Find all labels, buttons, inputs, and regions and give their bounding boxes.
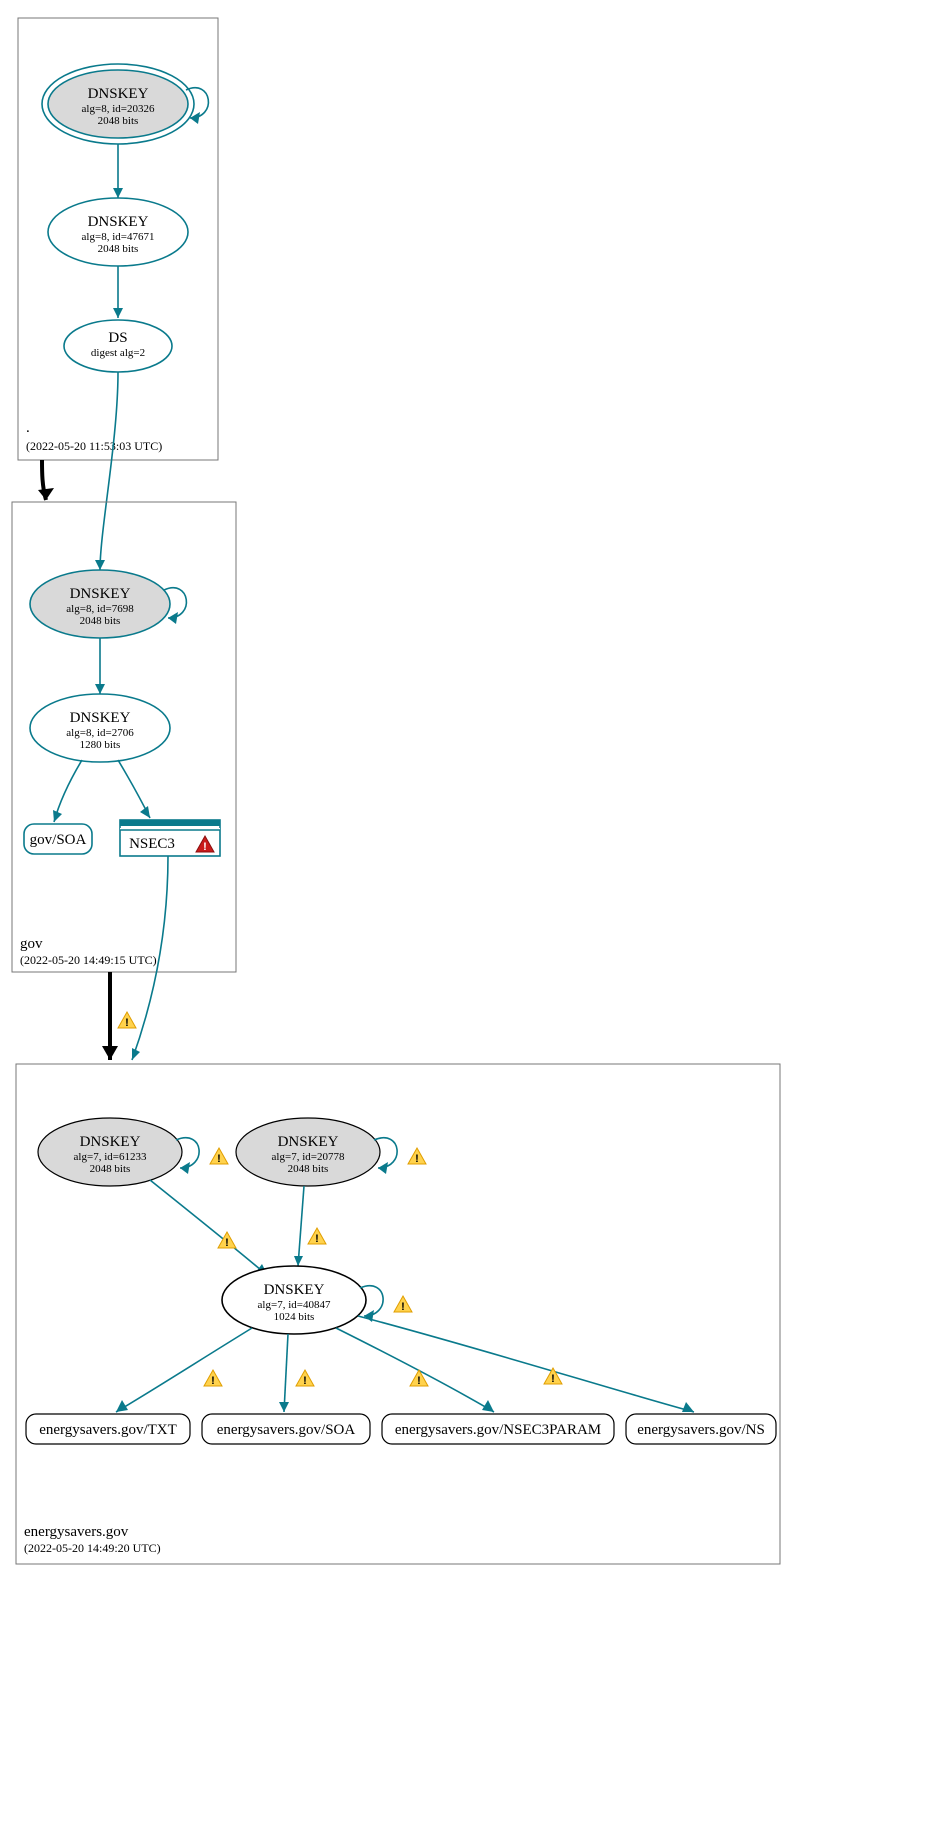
svg-text:!: !: [315, 1233, 319, 1245]
warning-icon: !: [394, 1296, 412, 1313]
svg-text:!: !: [551, 1373, 555, 1385]
warning-icon: !: [408, 1148, 426, 1165]
warning-icon: !: [118, 1012, 136, 1029]
node-es-ksk1: DNSKEY alg=7, id=61233 2048 bits: [38, 1118, 182, 1186]
node-root-ds: DS digest alg=2: [64, 320, 172, 372]
svg-text:energysavers.gov/NS: energysavers.gov/NS: [637, 1422, 765, 1438]
svg-text:alg=7, id=20778: alg=7, id=20778: [272, 1151, 345, 1163]
svg-text:!: !: [203, 841, 207, 853]
edge-es-ksk1-zsk: [150, 1180, 268, 1276]
svg-text:2048 bits: 2048 bits: [98, 115, 139, 127]
node-gov-zsk: DNSKEY alg=8, id=2706 1280 bits: [30, 694, 170, 762]
zone-root-label: .: [26, 420, 30, 436]
svg-text:alg=8, id=2706: alg=8, id=2706: [66, 727, 134, 739]
svg-text:energysavers.gov/SOA: energysavers.gov/SOA: [217, 1422, 356, 1438]
svg-text:alg=8, id=7698: alg=8, id=7698: [66, 603, 134, 615]
svg-text:NSEC3: NSEC3: [129, 836, 175, 852]
svg-text:!: !: [303, 1375, 307, 1387]
svg-text:gov/SOA: gov/SOA: [30, 832, 87, 848]
zone-es-ts: (2022-05-20 14:49:20 UTC): [24, 1541, 161, 1555]
svg-text:!: !: [217, 1153, 221, 1165]
svg-text:alg=8, id=20326: alg=8, id=20326: [82, 103, 155, 115]
warning-icon: !: [544, 1368, 562, 1385]
edge-ds-to-gov-ksk: [100, 372, 118, 570]
svg-text:DS: DS: [108, 330, 127, 346]
svg-text:!: !: [415, 1153, 419, 1165]
dnssec-graph: . (2022-05-20 11:53:03 UTC) DNSKEY alg=8…: [0, 0, 943, 1833]
node-root-ksk: DNSKEY alg=8, id=20326 2048 bits: [42, 64, 194, 144]
svg-text:energysavers.gov/NSEC3PARAM: energysavers.gov/NSEC3PARAM: [395, 1422, 601, 1438]
svg-text:!: !: [417, 1375, 421, 1387]
svg-text:!: !: [401, 1301, 405, 1313]
svg-text:2048 bits: 2048 bits: [80, 615, 121, 627]
zone-es-label: energysavers.gov: [24, 1524, 129, 1540]
svg-text:2048 bits: 2048 bits: [98, 243, 139, 255]
svg-text:DNSKEY: DNSKEY: [264, 1282, 325, 1298]
svg-text:2048 bits: 2048 bits: [288, 1163, 329, 1175]
svg-text:DNSKEY: DNSKEY: [278, 1134, 339, 1150]
svg-text:DNSKEY: DNSKEY: [88, 86, 149, 102]
svg-text:DNSKEY: DNSKEY: [88, 214, 149, 230]
svg-text:!: !: [211, 1375, 215, 1387]
zone-root-ts: (2022-05-20 11:53:03 UTC): [26, 439, 162, 453]
svg-text:DNSKEY: DNSKEY: [70, 586, 131, 602]
svg-text:alg=8, id=47671: alg=8, id=47671: [82, 231, 155, 243]
node-es-zsk: DNSKEY alg=7, id=40847 1024 bits: [222, 1266, 366, 1334]
zone-gov-label: gov: [20, 936, 43, 952]
edge-es-ksk2-zsk: [298, 1186, 304, 1266]
svg-text:DNSKEY: DNSKEY: [70, 710, 131, 726]
warning-icon: !: [308, 1228, 326, 1245]
svg-text:1280 bits: 1280 bits: [80, 739, 121, 751]
warning-icon: !: [296, 1370, 314, 1387]
warning-icon: !: [210, 1148, 228, 1165]
node-es-ksk2: DNSKEY alg=7, id=20778 2048 bits: [236, 1118, 380, 1186]
svg-text:alg=7, id=61233: alg=7, id=61233: [74, 1151, 147, 1163]
svg-text:alg=7, id=40847: alg=7, id=40847: [258, 1299, 331, 1311]
svg-text:energysavers.gov/TXT: energysavers.gov/TXT: [39, 1422, 177, 1438]
node-root-zsk: DNSKEY alg=8, id=47671 2048 bits: [48, 198, 188, 266]
edge-es-zsk-ns: [358, 1316, 694, 1412]
svg-text:1024 bits: 1024 bits: [274, 1311, 315, 1323]
warning-icon: !: [410, 1370, 428, 1387]
warning-icon: !: [218, 1232, 236, 1249]
svg-text:digest alg=2: digest alg=2: [91, 347, 145, 359]
edge-root-ksk-self: [186, 88, 208, 118]
warning-icon: !: [204, 1370, 222, 1387]
svg-text:DNSKEY: DNSKEY: [80, 1134, 141, 1150]
node-gov-ksk: DNSKEY alg=8, id=7698 2048 bits: [30, 570, 170, 638]
edge-es-zsk-txt: [116, 1328, 252, 1412]
zone-gov-ts: (2022-05-20 14:49:15 UTC): [20, 953, 157, 967]
svg-text:2048 bits: 2048 bits: [90, 1163, 131, 1175]
edge-es-zsk-soa: [284, 1334, 288, 1412]
svg-text:!: !: [125, 1017, 129, 1029]
svg-text:!: !: [225, 1237, 229, 1249]
edge-es-zsk-n3p: [336, 1328, 494, 1412]
